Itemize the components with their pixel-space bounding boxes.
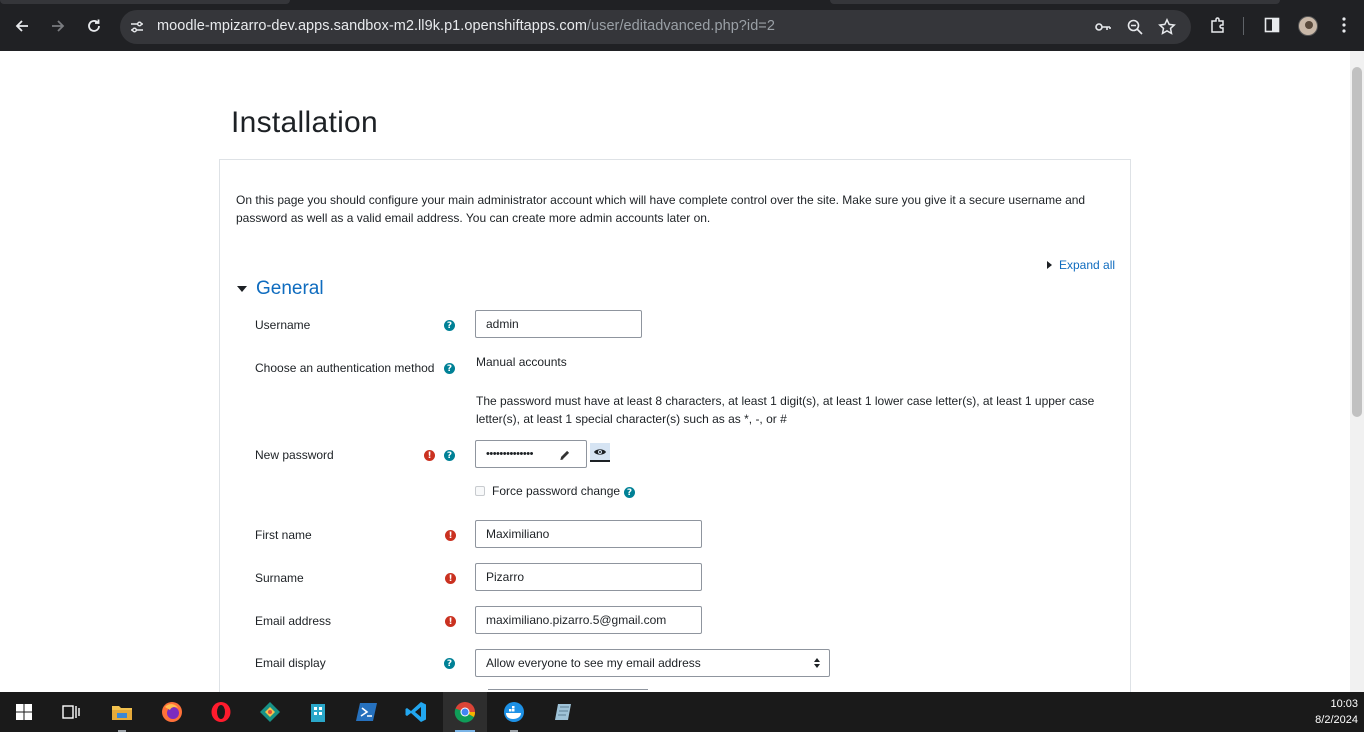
start-windows-icon[interactable] bbox=[2, 692, 46, 732]
section-general-title: General bbox=[256, 278, 324, 299]
expand-all-link[interactable]: Expand all bbox=[1047, 258, 1115, 272]
username-input[interactable]: admin bbox=[475, 310, 642, 338]
toolbar-divider bbox=[1243, 17, 1244, 35]
system-clock[interactable]: 10:03 8/2/2024 bbox=[1315, 696, 1358, 728]
required-icon: ! bbox=[445, 530, 456, 541]
expand-all-label: Expand all bbox=[1059, 258, 1116, 272]
profile-avatar[interactable] bbox=[1298, 16, 1318, 36]
forward-icon[interactable] bbox=[46, 14, 70, 38]
section-general-toggle[interactable]: General bbox=[237, 278, 324, 300]
help-icon[interactable]: ? bbox=[444, 320, 455, 331]
required-icon: ! bbox=[424, 450, 435, 461]
password-key-icon[interactable] bbox=[1094, 18, 1112, 36]
help-icon[interactable]: ? bbox=[624, 487, 635, 498]
help-icon[interactable]: ? bbox=[444, 658, 455, 669]
browser-tab-edge bbox=[0, 0, 290, 4]
notes-app-icon[interactable] bbox=[541, 692, 585, 732]
auth-method-value: Manual accounts bbox=[476, 355, 567, 369]
username-label: Username bbox=[255, 318, 311, 332]
url-host: moodle-mpizarro-dev.apps.sandbox-m2.ll9k… bbox=[157, 18, 587, 34]
email-input[interactable]: maximiliano.pizarro.5@gmail.com bbox=[475, 606, 702, 634]
task-view-icon[interactable] bbox=[49, 692, 93, 732]
browser-tab-edge bbox=[830, 0, 1280, 4]
force-password-change-checkbox[interactable] bbox=[475, 486, 485, 496]
email-display-select[interactable]: Allow everyone to see my email address bbox=[475, 649, 830, 677]
password-masked-value: •••••••••••••• bbox=[486, 448, 533, 460]
extensions-icon[interactable] bbox=[1208, 15, 1228, 35]
firefox-icon[interactable] bbox=[150, 692, 194, 732]
force-password-change-label: Force password change bbox=[492, 484, 621, 498]
help-icon[interactable]: ? bbox=[444, 363, 455, 374]
email-display-selected: Allow everyone to see my email address bbox=[486, 656, 701, 670]
windows-taskbar: 10:03 8/2/2024 bbox=[0, 692, 1364, 732]
reveal-password-button[interactable] bbox=[590, 443, 610, 462]
powershell-icon[interactable] bbox=[345, 692, 389, 732]
page-scrollbar[interactable] bbox=[1350, 51, 1364, 692]
surname-input[interactable]: Pizarro bbox=[475, 563, 702, 591]
file-explorer-icon[interactable] bbox=[100, 692, 144, 732]
first-name-input[interactable]: Maximiliano bbox=[475, 520, 702, 548]
bookmark-star-icon[interactable] bbox=[1158, 18, 1176, 36]
url-path: /user/editadvanced.php?id=2 bbox=[586, 18, 775, 34]
page-title: Installation bbox=[231, 106, 379, 139]
pencil-icon[interactable] bbox=[559, 449, 571, 461]
email-display-label: Email display bbox=[255, 656, 326, 670]
scrollbar-thumb[interactable] bbox=[1352, 67, 1362, 417]
new-password-label: New password bbox=[255, 448, 334, 462]
zoom-icon[interactable] bbox=[1126, 18, 1144, 36]
collapse-caret-icon bbox=[237, 286, 247, 292]
back-icon[interactable] bbox=[10, 14, 34, 38]
password-rules-text: The password must have at least 8 charac… bbox=[476, 394, 1095, 426]
site-info-icon[interactable] bbox=[128, 18, 146, 36]
first-name-label: First name bbox=[255, 528, 312, 542]
kebab-menu-icon[interactable] bbox=[1334, 15, 1354, 35]
auth-method-label: Choose an authentication method bbox=[255, 361, 435, 375]
vscode-icon[interactable] bbox=[394, 692, 438, 732]
email-label: Email address bbox=[255, 614, 332, 628]
required-icon: ! bbox=[445, 573, 456, 584]
browser-toolbar: moodle-mpizarro-dev.apps.sandbox-m2.ll9k… bbox=[0, 0, 1364, 51]
intro-text: On this page you should configure your m… bbox=[236, 193, 1086, 225]
help-icon[interactable]: ? bbox=[444, 450, 455, 461]
surname-label: Surname bbox=[255, 571, 304, 585]
clock-time: 10:03 bbox=[1330, 698, 1358, 710]
expand-triangle-icon bbox=[1047, 261, 1052, 269]
form-card bbox=[219, 159, 1131, 719]
chrome-icon[interactable] bbox=[443, 692, 487, 732]
git-kraken-icon[interactable] bbox=[248, 692, 292, 732]
side-panel-icon[interactable] bbox=[1262, 15, 1282, 35]
reload-icon[interactable] bbox=[82, 14, 106, 38]
required-icon: ! bbox=[445, 616, 456, 627]
opera-icon[interactable] bbox=[199, 692, 243, 732]
clock-date: 8/2/2024 bbox=[1315, 714, 1358, 726]
select-arrows-icon bbox=[814, 658, 820, 668]
building-app-icon[interactable] bbox=[296, 692, 340, 732]
url-text[interactable]: moodle-mpizarro-dev.apps.sandbox-m2.ll9k… bbox=[157, 18, 775, 34]
address-bar[interactable]: moodle-mpizarro-dev.apps.sandbox-m2.ll9k… bbox=[120, 10, 1191, 44]
docker-icon[interactable] bbox=[492, 692, 536, 732]
eye-icon bbox=[594, 448, 606, 455]
